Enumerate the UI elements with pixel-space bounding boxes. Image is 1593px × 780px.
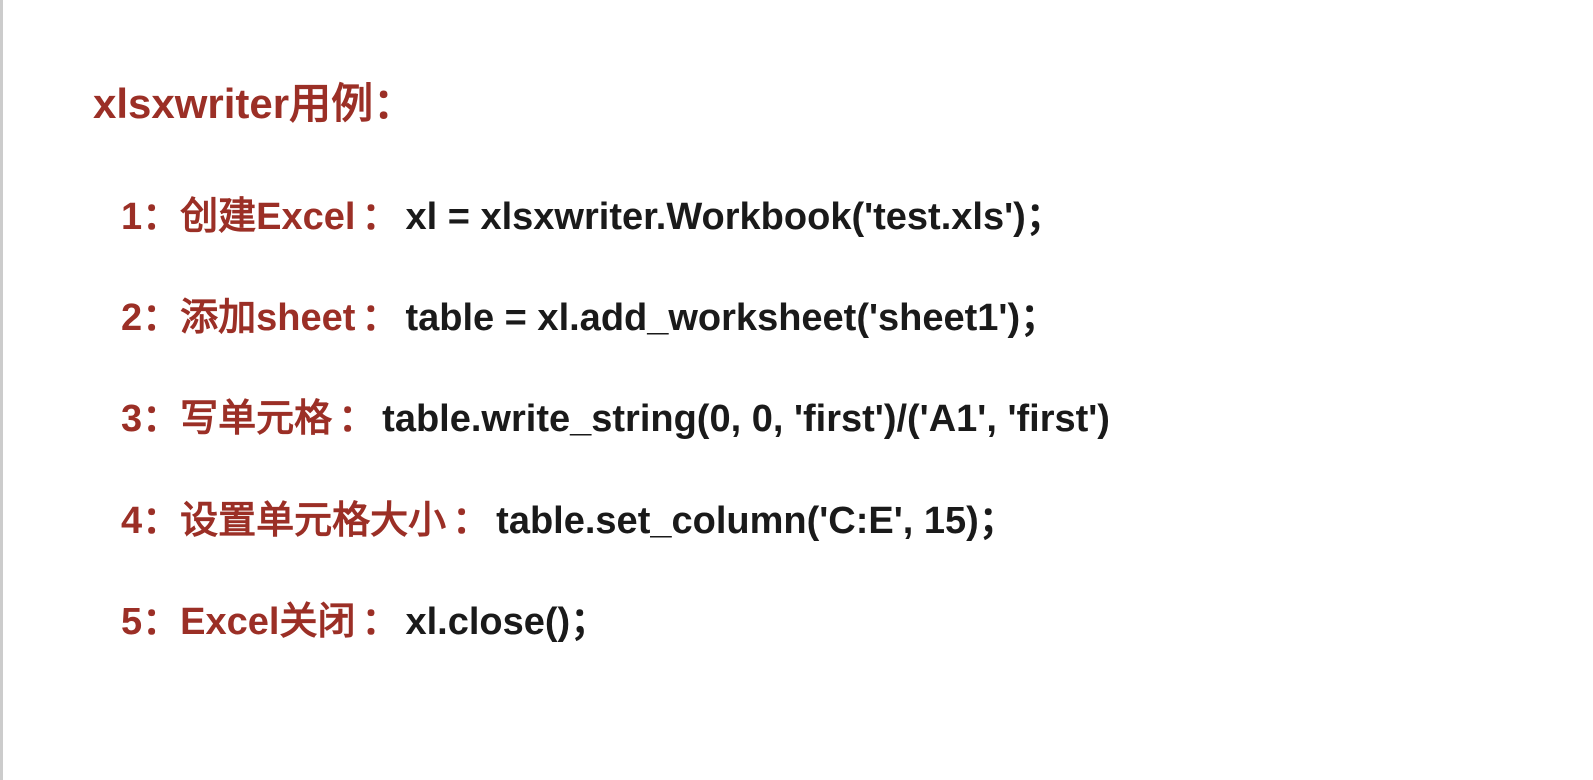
item-code: xl.close()； [405, 596, 608, 649]
document-title: xlsxwriter用例： [93, 70, 1593, 131]
document-content: xlsxwriter用例： 1： 创建Excel ： xl = xlsxwrit… [3, 0, 1593, 649]
list-item: 1： 创建Excel ： xl = xlsxwriter.Workbook('t… [121, 191, 1593, 244]
item-number: 1： [121, 191, 180, 244]
item-colon: ： [338, 393, 376, 446]
list-item: 5： Excel关闭 ： xl.close()； [121, 596, 1593, 649]
item-label: 添加sheet [180, 292, 355, 345]
item-code: table = xl.add_worksheet('sheet1')； [405, 292, 1058, 345]
item-code: table.write_string(0, 0, 'first')/('A1',… [382, 393, 1110, 446]
list-item: 2： 添加sheet ： table = xl.add_worksheet('s… [121, 292, 1593, 345]
item-code: table.set_column('C:E', 15)； [496, 495, 1017, 548]
list-item: 4： 设置单元格大小 ： table.set_column('C:E', 15)… [121, 495, 1593, 548]
item-number: 3： [121, 393, 180, 446]
item-label: 创建Excel [180, 191, 355, 244]
item-label: 写单元格 [180, 393, 332, 446]
steps-list: 1： 创建Excel ： xl = xlsxwriter.Workbook('t… [93, 191, 1593, 649]
item-number: 2： [121, 292, 180, 345]
item-colon: ： [452, 495, 490, 548]
item-label: 设置单元格大小 [180, 495, 446, 548]
item-number: 5： [121, 596, 180, 649]
item-label: Excel关闭 [180, 596, 355, 649]
item-number: 4： [121, 495, 180, 548]
item-colon: ： [361, 191, 399, 244]
item-colon: ： [361, 596, 399, 649]
item-code: xl = xlsxwriter.Workbook('test.xls')； [405, 191, 1063, 244]
item-colon: ： [361, 292, 399, 345]
list-item: 3： 写单元格 ： table.write_string(0, 0, 'firs… [121, 393, 1593, 446]
